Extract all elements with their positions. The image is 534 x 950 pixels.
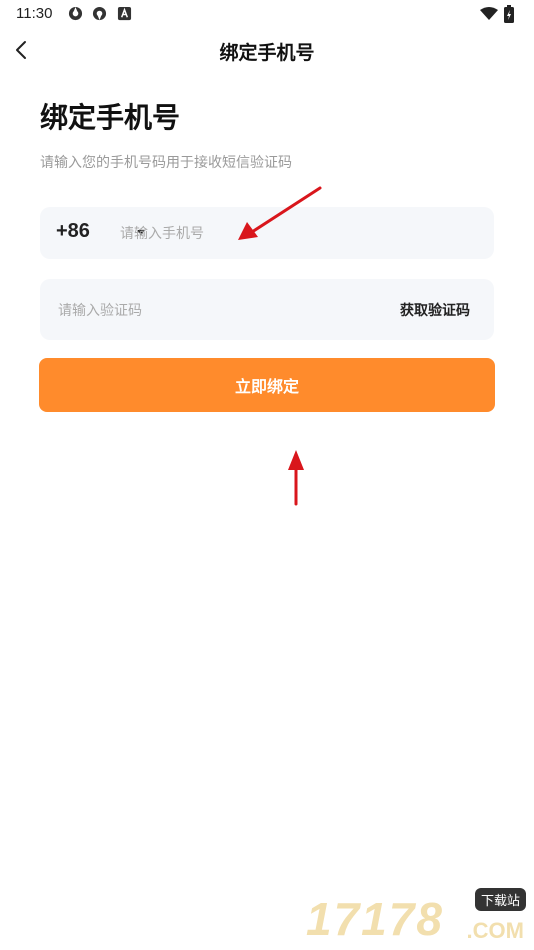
get-code-button[interactable]: 获取验证码 bbox=[400, 300, 470, 320]
watermark-badge: 下载站 bbox=[474, 888, 526, 911]
watermark-number: 17178 bbox=[306, 893, 444, 945]
watermark-suffix: .COM bbox=[466, 918, 524, 943]
status-bar: 11:30 bbox=[0, 0, 534, 28]
bind-now-button[interactable]: 立即绑定 bbox=[39, 358, 495, 412]
country-code-selector[interactable]: +86 bbox=[56, 220, 90, 243]
status-right bbox=[480, 5, 520, 23]
nav-bar: 绑定手机号 bbox=[0, 28, 534, 74]
annotation-arrow-icon bbox=[288, 450, 304, 506]
annotation-arrow-icon bbox=[238, 186, 322, 240]
sync-icon bbox=[92, 6, 107, 21]
sync-icon bbox=[68, 6, 83, 21]
page-subtitle: 请输入您的手机号码用于接收短信验证码 bbox=[40, 155, 292, 171]
nav-title: 绑定手机号 bbox=[219, 42, 315, 64]
watermark-logo: 17178 下载站 .COM bbox=[306, 888, 526, 946]
status-time: 11:30 bbox=[16, 5, 53, 22]
code-input[interactable] bbox=[56, 299, 310, 323]
battery-charging-icon bbox=[504, 5, 514, 23]
app-a-icon bbox=[117, 6, 132, 21]
wifi-icon bbox=[480, 7, 498, 20]
code-field: 获取验证码 bbox=[40, 279, 494, 340]
page-heading: 绑定手机号 bbox=[40, 101, 181, 134]
